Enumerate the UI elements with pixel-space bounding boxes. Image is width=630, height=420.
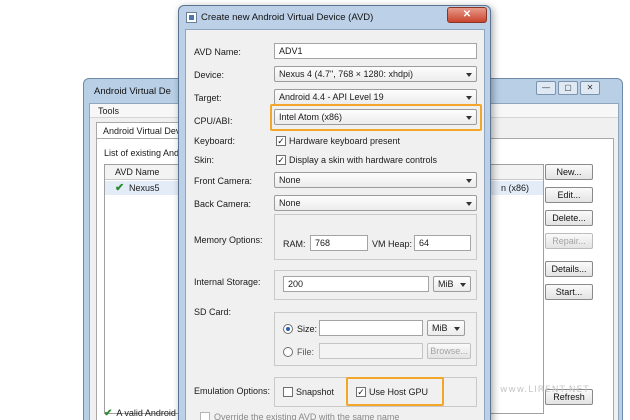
repair-button[interactable]: Repair... — [545, 233, 593, 249]
manager-close-button[interactable]: ✕ — [580, 81, 600, 95]
target-select[interactable]: Android 4.4 - API Level 19 — [274, 89, 477, 105]
valid-avd-message: ✔ A valid Android — [104, 408, 176, 419]
target-label: Target: — [194, 93, 222, 103]
column-avd-name[interactable]: AVD Name — [115, 167, 159, 177]
device-label: Device: — [194, 70, 225, 80]
ram-label: RAM: — [283, 239, 306, 249]
cpu-abi-select-value: Intel Atom (x86) — [279, 112, 343, 122]
chevron-down-icon — [466, 73, 472, 77]
watermark: www.LIRENT.NET — [500, 385, 590, 395]
back-camera-label: Back Camera: — [194, 199, 252, 209]
internal-storage-input[interactable]: 200 — [283, 276, 429, 292]
dialog-close-button[interactable]: ✕ — [447, 7, 487, 23]
valid-avd-text: A valid Android — [116, 408, 176, 418]
avd-list-label: List of existing Andro — [104, 148, 188, 158]
vm-heap-label: VM Heap: — [372, 239, 413, 249]
memory-options-label: Memory Options: — [194, 235, 263, 245]
sd-size-radio[interactable] — [283, 324, 293, 334]
avd-row-name: Nexus5 — [129, 183, 160, 193]
sd-size-unit-value: MiB — [432, 323, 448, 333]
details-button[interactable]: Details... — [545, 261, 593, 277]
ram-input[interactable]: 768 — [310, 235, 368, 251]
keyboard-label: Keyboard: — [194, 136, 236, 146]
sd-size-label: Size: — [297, 324, 318, 334]
cpu-abi-label: CPU/ABI: — [194, 116, 233, 126]
sd-size-unit-select[interactable]: MiB — [427, 320, 465, 336]
delete-button[interactable]: Delete... — [545, 210, 593, 226]
avd-manager-title: Android Virtual De — [94, 86, 171, 97]
chevron-down-icon — [466, 116, 472, 120]
internal-storage-unit-select[interactable]: MiB — [433, 276, 471, 292]
device-select[interactable]: Nexus 4 (4.7", 768 × 1280: xhdpi) — [274, 66, 477, 82]
chevron-down-icon — [454, 327, 460, 331]
host-gpu-option-text: Use Host GPU — [369, 387, 429, 397]
sd-card-label: SD Card: — [194, 307, 232, 317]
skin-option-text: Display a skin with hardware controls — [289, 155, 438, 165]
sd-file-radio[interactable] — [283, 347, 293, 357]
override-checkbox[interactable] — [200, 412, 210, 420]
host-gpu-checkbox[interactable]: ✓ — [356, 387, 366, 397]
sd-file-input[interactable] — [319, 343, 423, 359]
keyboard-option-text: Hardware keyboard present — [289, 136, 401, 146]
chevron-down-icon — [466, 96, 472, 100]
front-camera-select-value: None — [279, 175, 301, 185]
avd-name-label: AVD Name: — [194, 47, 241, 57]
front-camera-select[interactable]: None — [274, 172, 477, 188]
front-camera-label: Front Camera: — [194, 176, 253, 186]
sd-size-input[interactable] — [319, 320, 423, 336]
back-camera-select[interactable]: None — [274, 195, 477, 211]
dialog-client: AVD Name: ADV1 Device: Nexus 4 (4.7", 76… — [185, 29, 485, 420]
emulation-options-label: Emulation Options: — [194, 386, 271, 396]
vm-heap-input[interactable]: 64 — [414, 235, 471, 251]
internal-storage-label: Internal Storage: — [194, 277, 261, 287]
menu-tools[interactable]: Tools — [98, 106, 119, 116]
dialog-window-icon — [186, 12, 197, 23]
start-button[interactable]: Start... — [545, 284, 593, 300]
valid-check-icon: ✔ — [104, 408, 113, 419]
edit-button[interactable]: Edit... — [545, 187, 593, 203]
device-select-value: Nexus 4 (4.7", 768 × 1280: xhdpi) — [279, 69, 414, 79]
storage-unit-value: MiB — [438, 279, 454, 289]
browse-button[interactable]: Browse... — [427, 343, 471, 359]
avd-row-cpu: n (x86) — [501, 183, 530, 193]
dialog-title: Create new Android Virtual Device (AVD) — [201, 12, 374, 23]
target-select-value: Android 4.4 - API Level 19 — [279, 92, 384, 102]
sd-file-label: File: — [297, 347, 315, 357]
maximize-button[interactable]: ▢ — [558, 81, 578, 95]
chevron-down-icon — [466, 179, 472, 183]
snapshot-checkbox[interactable] — [283, 387, 293, 397]
back-camera-select-value: None — [279, 198, 301, 208]
avd-name-input[interactable]: ADV1 — [274, 43, 477, 59]
skin-label: Skin: — [194, 155, 215, 165]
chevron-down-icon — [460, 283, 466, 287]
keyboard-checkbox[interactable]: ✓ — [276, 136, 286, 146]
chevron-down-icon — [466, 202, 472, 206]
snapshot-option-text: Snapshot — [296, 387, 335, 397]
create-avd-dialog: Create new Android Virtual Device (AVD) … — [178, 5, 491, 420]
valid-check-icon: ✔ — [115, 182, 125, 194]
cpu-abi-select[interactable]: Intel Atom (x86) — [274, 109, 477, 125]
override-option-text: Override the existing AVD with the same … — [214, 412, 400, 420]
minimize-button[interactable]: — — [536, 81, 556, 95]
skin-checkbox[interactable]: ✓ — [276, 155, 286, 165]
new-button[interactable]: New... — [545, 164, 593, 180]
